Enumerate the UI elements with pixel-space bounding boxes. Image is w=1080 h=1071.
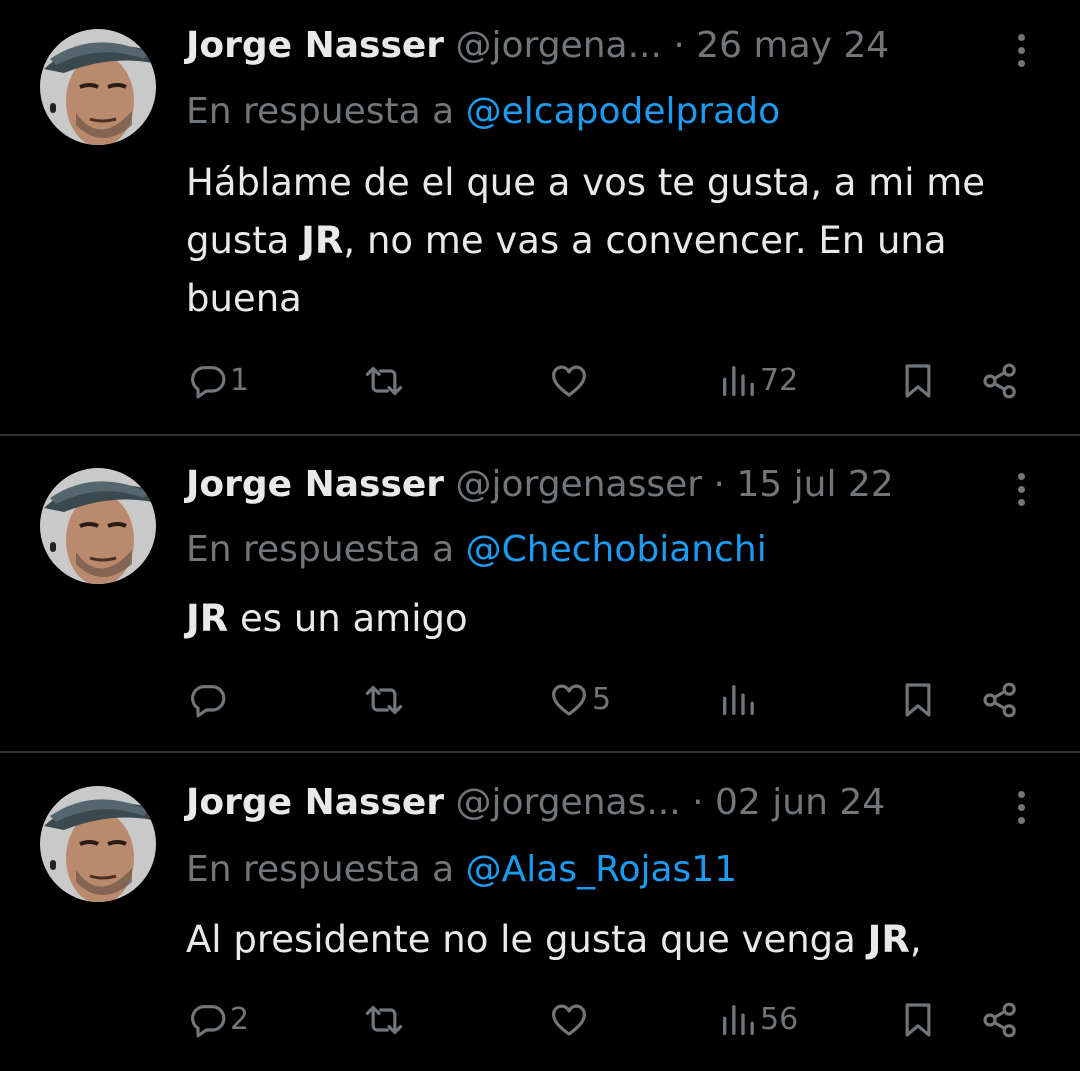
retweet-button[interactable]	[360, 680, 410, 720]
views-count: 72	[760, 363, 799, 398]
reply-context: En respuesta a @elcapodelprado	[186, 87, 780, 137]
avatar-face-icon	[40, 29, 156, 145]
tweet-date[interactable]: · 15 jul 22	[714, 464, 894, 505]
avatar[interactable]	[40, 786, 156, 902]
retweet-button[interactable]	[360, 1000, 410, 1040]
more-vertical-icon[interactable]	[1007, 467, 1035, 511]
retweet-arrows-icon	[365, 685, 403, 715]
reply-bubble-icon	[191, 366, 226, 399]
author-handle[interactable]: @jorgena...	[456, 25, 662, 66]
retweet-button[interactable]	[360, 361, 410, 401]
tweet-text-part: es un amigo	[228, 597, 468, 640]
share-button[interactable]	[980, 361, 1020, 401]
bookmark-button[interactable]	[898, 680, 938, 720]
like-button[interactable]: 5	[548, 680, 611, 720]
avatar-face-icon	[40, 468, 156, 584]
reply-mention[interactable]: @Chechobianchi	[466, 529, 767, 570]
avatar-face-icon	[40, 786, 156, 902]
share-button[interactable]	[980, 1000, 1020, 1040]
tweet-text-bold: JR	[867, 918, 910, 961]
tweet-text: Al presidente no le gusta que venga JR,	[186, 911, 1026, 969]
bookmark-button[interactable]	[898, 361, 938, 401]
tweet-text: Háblame de el que a vos te gusta, a mi m…	[186, 154, 1026, 328]
author-name[interactable]: Jorge Nasser	[186, 464, 444, 505]
retweet-arrows-icon	[365, 366, 403, 396]
reply-mention[interactable]: @elcapodelprado	[466, 91, 780, 132]
share-icon	[983, 682, 1016, 718]
reply-bubble-icon	[191, 1005, 226, 1038]
bookmark-icon	[905, 683, 931, 717]
reply-button[interactable]: 2	[188, 1000, 249, 1040]
author-handle[interactable]: @jorgenasser	[456, 464, 703, 505]
tweet-text-part: ,	[909, 918, 922, 961]
bar-chart-icon	[723, 685, 754, 715]
like-count: 5	[592, 682, 612, 717]
author-handle[interactable]: @jorgenas...	[456, 782, 681, 823]
author-name[interactable]: Jorge Nasser	[186, 782, 444, 823]
views-button[interactable]	[718, 680, 760, 720]
views-button[interactable]: 72	[718, 361, 798, 401]
bar-chart-icon	[723, 1005, 754, 1035]
tweet-header: Jorge Nasser @jorgenasser · 15 jul 22	[186, 460, 894, 510]
reply-prefix: En respuesta a	[186, 91, 455, 132]
avatar[interactable]	[40, 29, 156, 145]
more-vertical-icon[interactable]	[1007, 28, 1035, 72]
divider	[0, 434, 1080, 436]
author-name[interactable]: Jorge Nasser	[186, 25, 444, 66]
reply-button[interactable]: 1	[188, 361, 249, 401]
bookmark-icon	[905, 1003, 931, 1037]
more-vertical-icon[interactable]	[1007, 785, 1035, 829]
tweet-text-bold: JR	[186, 597, 229, 640]
divider	[0, 751, 1080, 753]
heart-icon	[552, 684, 586, 716]
reply-context: En respuesta a @Alas_Rojas11	[186, 845, 737, 895]
heart-icon	[552, 365, 586, 397]
views-count: 56	[760, 1002, 799, 1037]
bar-chart-icon	[723, 366, 754, 396]
tweet-date[interactable]: · 26 may 24	[673, 25, 889, 66]
tweet-text: JR es un amigo	[186, 590, 1026, 648]
reply-count: 2	[230, 1002, 250, 1037]
like-button[interactable]	[548, 1000, 592, 1040]
reply-context: En respuesta a @Chechobianchi	[186, 525, 767, 575]
tweet-text-bold: JR	[301, 219, 344, 262]
reply-button[interactable]	[188, 680, 230, 720]
bookmark-button[interactable]	[898, 1000, 938, 1040]
reply-mention[interactable]: @Alas_Rojas11	[466, 849, 738, 890]
tweet-header: Jorge Nasser @jorgenas... · 02 jun 24	[186, 778, 885, 828]
tweet-header: Jorge Nasser @jorgena... · 26 may 24	[186, 21, 889, 71]
reply-bubble-icon	[191, 685, 226, 718]
reply-count: 1	[230, 363, 250, 398]
share-icon	[983, 1002, 1016, 1038]
tweet-text-part: Al presidente no le gusta que venga	[186, 918, 868, 961]
reply-prefix: En respuesta a	[186, 529, 455, 570]
avatar[interactable]	[40, 468, 156, 584]
like-button[interactable]	[548, 361, 592, 401]
views-button[interactable]: 56	[718, 1000, 798, 1040]
share-icon	[983, 363, 1016, 399]
heart-icon	[552, 1004, 586, 1036]
retweet-arrows-icon	[365, 1005, 403, 1035]
bookmark-icon	[905, 364, 931, 398]
share-button[interactable]	[980, 680, 1020, 720]
reply-prefix: En respuesta a	[186, 849, 455, 890]
tweet-date[interactable]: · 02 jun 24	[692, 782, 885, 823]
